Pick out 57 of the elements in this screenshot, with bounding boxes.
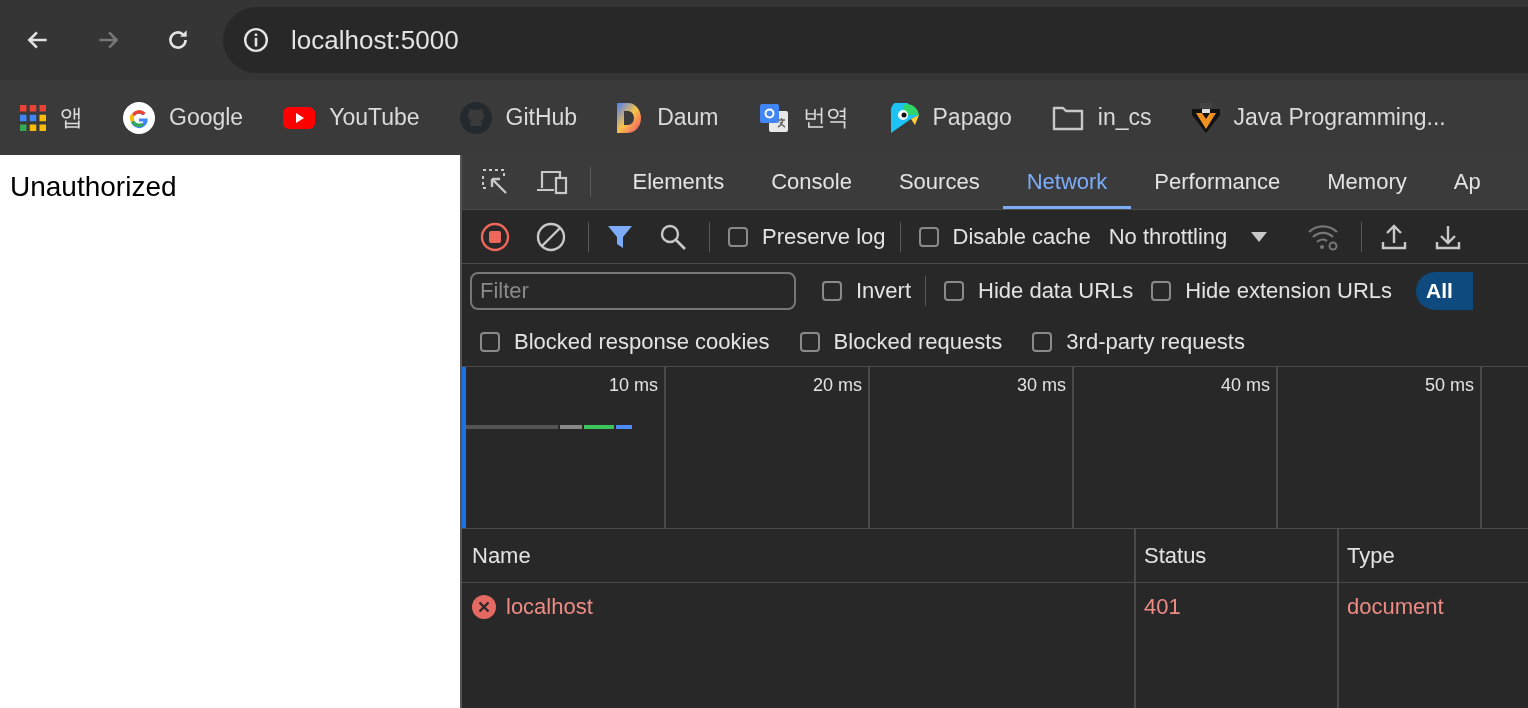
time-tick-label: 40 ms — [1220, 375, 1270, 397]
devtools-tab[interactable]: Memory — [1303, 155, 1431, 209]
checkbox-option[interactable]: 3rd-party requests — [1032, 329, 1245, 355]
info-icon[interactable] — [243, 27, 269, 53]
timeline-handle[interactable] — [462, 367, 466, 528]
page-message: Unauthorized — [10, 171, 177, 202]
time-tick-label: 20 ms — [812, 375, 862, 397]
record-stop-icon[interactable] — [480, 221, 510, 252]
time-tick-label: 50 ms — [1424, 375, 1474, 397]
bird-icon — [888, 102, 919, 133]
devtools-tab[interactable]: Elements — [609, 155, 748, 209]
checkbox-option[interactable]: Invert — [822, 278, 912, 304]
bookmark-link[interactable]: Java Programming... — [1191, 102, 1446, 133]
grid-icon — [20, 104, 46, 131]
translate-icon — [758, 102, 789, 133]
search-icon[interactable] — [659, 222, 687, 251]
devtools-tab[interactable]: Ap — [1430, 155, 1505, 209]
bookmark-link[interactable]: Daum — [617, 102, 719, 133]
address-bar[interactable]: localhost:5000 — [223, 7, 1528, 73]
bookmark-link[interactable]: in_cs — [1051, 104, 1152, 131]
time-tick-label: 30 ms — [1016, 375, 1066, 397]
upload-icon[interactable] — [1380, 222, 1409, 251]
bookmark-link[interactable]: GitHub — [459, 101, 578, 134]
checkbox-option[interactable]: Blocked response cookies — [480, 329, 770, 355]
shield-icon — [1191, 102, 1220, 133]
filter-field[interactable]: Filter — [470, 272, 796, 310]
checkbox-option[interactable]: Preserve log — [728, 223, 886, 250]
letter-d-icon — [617, 102, 644, 133]
bookmark-link[interactable]: YouTube — [283, 104, 420, 131]
folder-icon — [1051, 104, 1084, 131]
time-tick-label: 10 ms — [608, 375, 658, 397]
devtools-tab[interactable]: Network — [1003, 155, 1131, 209]
status-code: 401 — [1144, 594, 1181, 620]
url-text: localhost:5000 — [291, 24, 459, 56]
throttling-dropdown[interactable]: No throttling — [1108, 223, 1268, 250]
devtools-tab[interactable]: Console — [747, 155, 876, 209]
devtools-tab[interactable]: Performance — [1130, 155, 1304, 209]
google-icon — [123, 101, 155, 134]
clear-icon[interactable] — [536, 221, 566, 252]
checkbox-option[interactable]: Blocked requests — [799, 329, 1003, 355]
checkbox-option[interactable]: Disable cache — [918, 223, 1091, 250]
checkbox-option[interactable]: Hide data URLs — [944, 278, 1134, 304]
bookmark-link[interactable]: 앱 — [20, 102, 83, 133]
devtools-tab[interactable]: Sources — [875, 155, 1004, 209]
checkbox-option[interactable]: Hide extension URLs — [1151, 278, 1392, 304]
bookmark-link[interactable]: 번역 — [758, 102, 849, 133]
dropdown-caret-icon — [1251, 231, 1268, 242]
device-toolbar-icon[interactable] — [536, 169, 568, 195]
type-filter-button[interactable]: All — [1416, 272, 1473, 310]
funnel-icon[interactable] — [607, 223, 633, 250]
error-icon — [472, 595, 496, 619]
request-name[interactable]: localhost — [506, 594, 593, 620]
play-icon — [283, 106, 316, 129]
bookmark-link[interactable]: Google — [123, 101, 244, 134]
bookmark-link[interactable]: Papago — [888, 102, 1012, 133]
request-type: document — [1347, 594, 1444, 620]
wifi-settings-icon[interactable] — [1307, 222, 1340, 251]
